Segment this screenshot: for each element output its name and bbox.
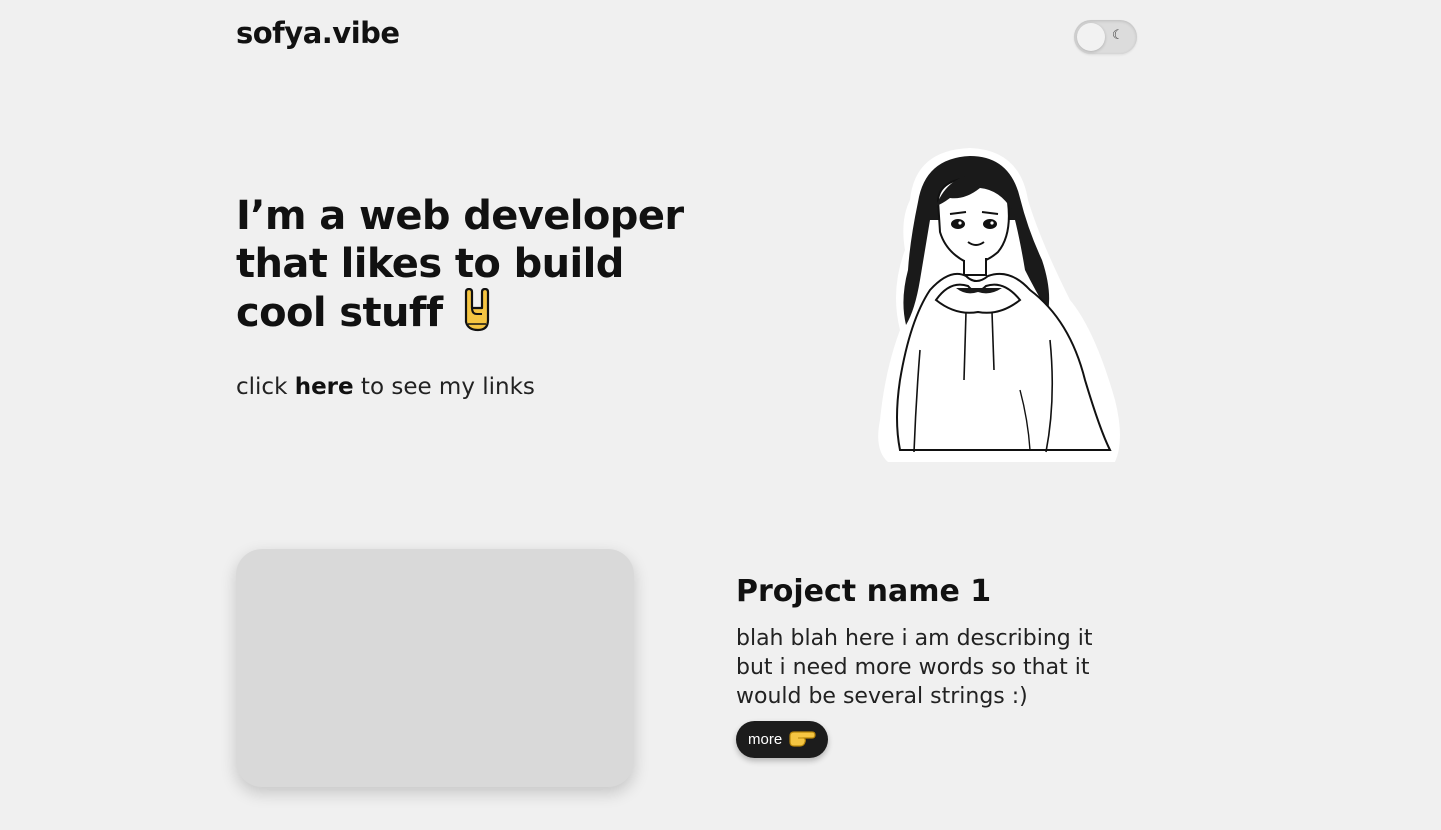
theme-toggle[interactable]: ☾ <box>1074 20 1137 54</box>
more-button[interactable]: more <box>736 721 829 758</box>
hero-title: I’m a web developer that likes to build … <box>236 192 696 343</box>
project-title: Project name 1 <box>736 574 992 609</box>
rock-on-hand-icon <box>460 287 494 343</box>
subtitle-prefix: click <box>236 374 295 400</box>
project-image[interactable] <box>236 549 634 787</box>
links-link[interactable]: here <box>295 374 354 400</box>
avatar-illustration <box>870 140 1130 470</box>
moon-icon: ☾ <box>1112 28 1124 43</box>
site-logo[interactable]: sofya.vibe <box>236 16 400 50</box>
pointing-hand-icon <box>788 728 816 752</box>
project-description: blah blah here i am describing it but i … <box>736 626 1093 709</box>
hero-subtitle: click here to see my links <box>236 374 535 400</box>
more-label: more <box>748 731 783 748</box>
toggle-knob <box>1077 23 1105 51</box>
subtitle-suffix: to see my links <box>353 374 535 400</box>
